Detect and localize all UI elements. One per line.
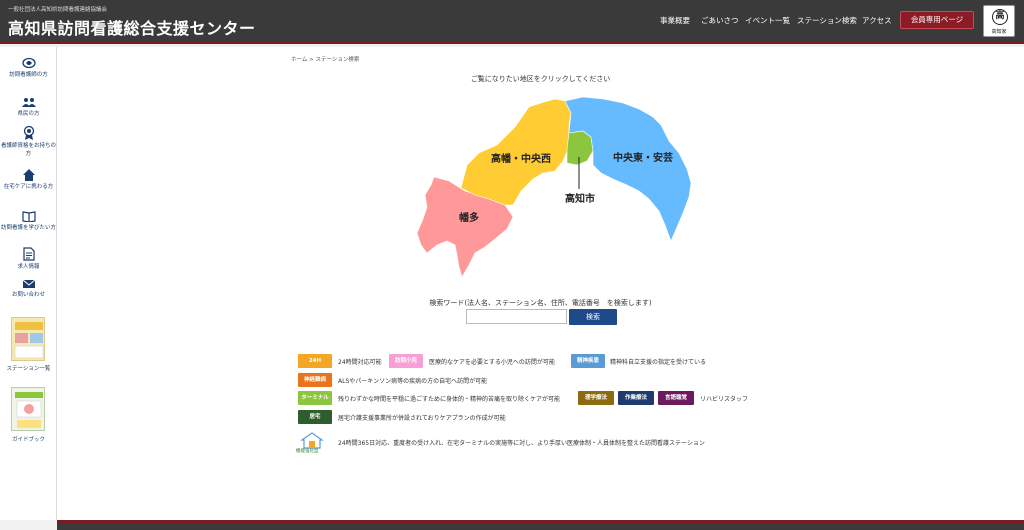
search-input[interactable] (466, 309, 567, 324)
region-takahata-chuoseii[interactable]: 高幡・中央西 (460, 98, 572, 206)
sidebar: 訪問看護師の方 県民の方 看護師資格をお持ちの方 在宅ケアに携わる方 訪問看護を… (0, 47, 57, 520)
station-list-thumbnail[interactable] (11, 317, 45, 361)
legend-text-24h: 24時間対応可能 (338, 359, 382, 366)
legend-text-neuro: ALSやパーキンソン病等の疾病の方の自宅へ訪問が可能 (338, 378, 488, 385)
badge-icon (23, 126, 34, 140)
nav-events[interactable]: イベント一覧 (745, 15, 790, 26)
sidebar-item-label: 求人情報 (17, 264, 40, 270)
region-label-kochi-city: 高知市 (565, 192, 595, 205)
kochi-region-map: 幡多 高幡・中央西 中央東・安芸 高知市 (416, 96, 692, 278)
tag-24h: 24H (298, 354, 332, 368)
sidebar-item-label: 在宅ケアに携わる方 (3, 184, 54, 190)
function-enhanced-house-icon (300, 432, 324, 449)
nav-access[interactable]: アクセス (862, 15, 892, 26)
kochike-logo[interactable]: 高 高知家 (983, 5, 1015, 37)
search-label: 検索ワード(法人名、ステーション名、住所、電話番号 を検索します) (429, 299, 652, 307)
member-page-button[interactable]: 会員専用ページ (900, 11, 974, 29)
footer-bar (57, 520, 1024, 530)
sidebar-item-label: 県民の方 (17, 111, 40, 117)
sidebar-item-guidebook[interactable]: ガイドブック (0, 436, 57, 444)
region-label-chuotou-aki: 中央東・安芸 (613, 151, 673, 164)
main-content: ホーム > ステーション検索 ご覧になりたい地区をクリックしてください 幡多 高… (57, 47, 1024, 520)
legend-row-2: 神経難病 ALSやパーキンソン病等の疾病の方の自宅へ訪問が可能 (298, 373, 778, 389)
site-title[interactable]: 高知県訪問看護総合支援センター (8, 15, 256, 39)
mail-icon (22, 279, 35, 288)
guidebook-thumbnail[interactable] (11, 387, 45, 431)
map-instruction: ご覧になりたい地区をクリックしてください (470, 75, 611, 83)
sidebar-item-label: 看護師資格をお持ちの方 (0, 143, 56, 157)
legend-row-5: 機能強化型 24時間365日対応、重度者の受け入れ、在宅ターミナルの実施等に対し… (296, 431, 778, 457)
legend-text-child: 医療的なケアを必要とする小児への訪問が可能 (429, 359, 555, 366)
tag-physical-therapy: 理学療法 (578, 391, 614, 405)
sidebar-item-learning[interactable]: 訪問看護を学びたい方 (0, 210, 57, 232)
tag-care-office: 居宅 (298, 410, 332, 424)
tag-neuro: 神経難病 (298, 373, 332, 387)
sidebar-item-jobs[interactable]: 求人情報 (0, 247, 57, 271)
region-kochi-city[interactable] (566, 130, 594, 166)
tag-occupational-therapy: 作業療法 (618, 391, 654, 405)
function-enhanced-label: 機能強化型 (296, 449, 319, 454)
nav-greeting[interactable]: ごあいさつ (701, 15, 739, 26)
header-subtitle: 一般社団法人高知県訪問看護連絡協議会 (8, 7, 108, 13)
region-label-hata: 幡多 (459, 211, 479, 224)
legend-row-4: 居宅 居宅介護支援事業所が併設されておりケアプランの作成が可能 (298, 410, 778, 426)
legend-text-psych: 精神科自立支援の指定を受けている (610, 359, 707, 366)
tag-psych: 精神疾患 (571, 354, 605, 368)
sidebar-item-label: 訪問看護を学びたい方 (0, 225, 56, 231)
people-icon (21, 98, 36, 107)
legend-text-function-enhanced: 24時間365日対応、重度者の受け入れ、在宅ターミナルの実施等に対し、より手厚い… (338, 440, 705, 447)
sidebar-item-station-list[interactable]: ステーション一覧 (0, 365, 57, 373)
legend-text-rehab: リハビリスタッフ (700, 396, 749, 403)
sidebar-item-citizens[interactable]: 県民の方 (0, 96, 57, 118)
sidebar-item-homecare[interactable]: 在宅ケアに携わる方 (0, 168, 57, 191)
logo-mark: 高 (992, 9, 1008, 25)
tag-speech-therapy: 言語聴覚 (658, 391, 694, 405)
nurse-icon (21, 57, 36, 69)
guidebook-cover-image (15, 392, 43, 428)
nav-station-search[interactable]: ステーション検索 (797, 15, 857, 26)
site-header: 一般社団法人高知県訪問看護連絡協議会 高知県訪問看護総合支援センター 事業概要 … (0, 0, 1024, 44)
search-button[interactable]: 検索 (569, 309, 617, 325)
nav-about[interactable]: 事業概要 (660, 15, 690, 26)
home-icon (22, 169, 35, 181)
sidebar-item-licensed[interactable]: 看護師資格をお持ちの方 (0, 126, 57, 158)
legend-text-terminal: 残りわずかな時間を平穏に過ごすために身体的・精神的苦痛を取り除くケアが可能 (338, 396, 561, 403)
book-icon (21, 211, 36, 222)
sidebar-item-contact[interactable]: お問い合わせ (0, 279, 57, 299)
document-icon (22, 247, 35, 261)
logo-text: 高知家 (991, 29, 1007, 35)
sidebar-item-label: 訪問看護師の方 (9, 72, 48, 78)
breadcrumb[interactable]: ホーム > ステーション検索 (291, 55, 359, 63)
tag-terminal: ターミナル (298, 391, 332, 405)
legend-text-care-office: 居宅介護支援事業所が併設されておりケアプランの作成が可能 (338, 415, 506, 422)
tag-child: 訪問小児 (389, 354, 423, 368)
legend-row-1: 24H 24時間対応可能 訪問小児 医療的なケアを必要とする小児への訪問が可能 … (298, 354, 778, 370)
sidebar-item-label: お問い合わせ (11, 292, 45, 298)
legend-row-3: ターミナル 残りわずかな時間を平穏に過ごすために身体的・精神的苦痛を取り除くケア… (298, 391, 798, 407)
sidebar-item-nurses[interactable]: 訪問看護師の方 (0, 57, 57, 79)
region-chuotou-aki[interactable]: 中央東・安芸 (564, 96, 692, 242)
station-list-cover-image (14, 322, 44, 359)
region-label-takahata: 高幡・中央西 (491, 152, 551, 165)
